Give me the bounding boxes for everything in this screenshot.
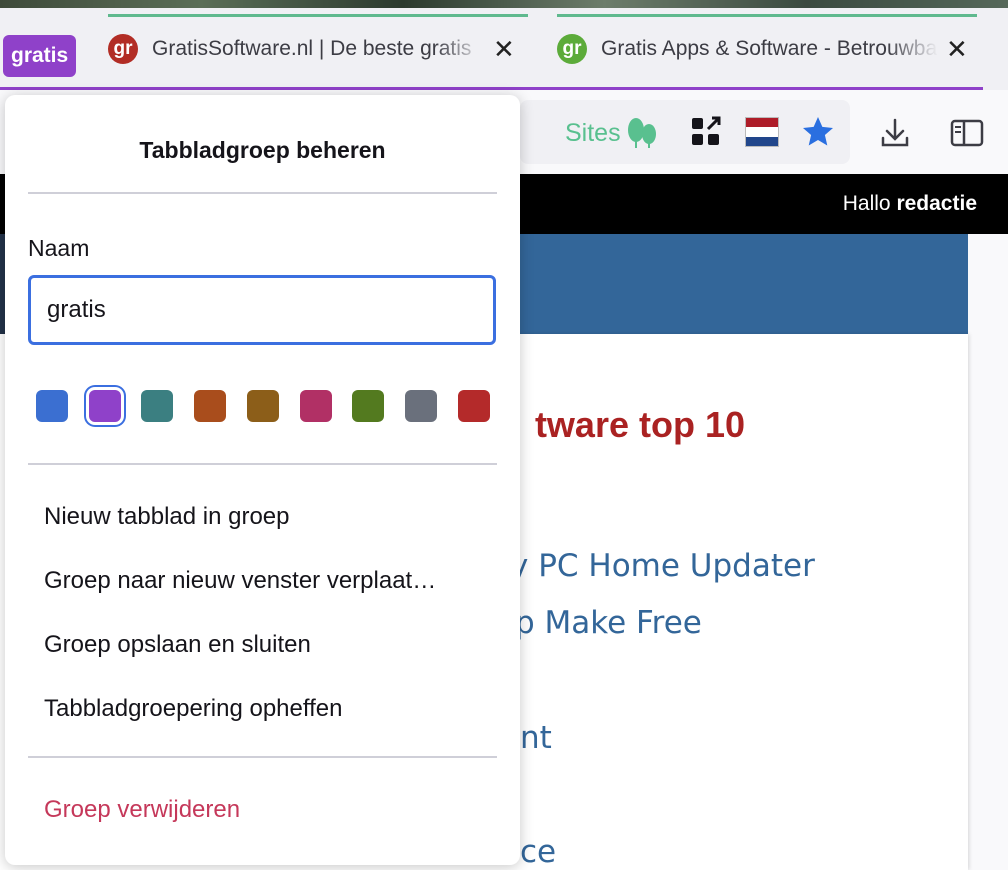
tab-top-line xyxy=(557,14,977,17)
tab-favicon: gr xyxy=(108,34,138,64)
divider xyxy=(28,192,497,194)
greeting-user: redactie xyxy=(896,192,977,215)
tab-gratissoftware[interactable]: gr GratisSoftware.nl | De beste gratis ✕ xyxy=(108,14,528,80)
tab-group-label[interactable]: gratis xyxy=(3,35,77,77)
dutch-flag-icon[interactable] xyxy=(745,117,779,147)
tab-title: Gratis Apps & Software - Betrouwbaar xyxy=(601,37,938,60)
tree-icon xyxy=(627,118,656,148)
color-swatch-blue[interactable] xyxy=(36,390,68,422)
delete-group-item[interactable]: Groep verwijderen xyxy=(44,796,240,824)
qr-grid-icon[interactable] xyxy=(690,116,722,148)
window-background-strip xyxy=(0,0,1008,8)
divider xyxy=(28,756,497,758)
color-swatch-pink[interactable] xyxy=(299,390,332,422)
download-icon[interactable] xyxy=(878,116,912,150)
new-tab-in-group-item[interactable]: Nieuw tabblad in groep xyxy=(44,503,290,531)
close-icon[interactable]: ✕ xyxy=(493,34,515,65)
article-link[interactable]: nt xyxy=(520,720,552,756)
name-field-label: Naam xyxy=(28,235,90,261)
color-swatch-orange[interactable] xyxy=(194,390,227,422)
tab-bar: gratis gr GratisSoftware.nl | De beste g… xyxy=(0,8,1008,90)
tab-gratis-apps[interactable]: gr Gratis Apps & Software - Betrouwbaar … xyxy=(557,14,977,80)
sidebar-icon[interactable] xyxy=(950,118,984,148)
divider xyxy=(28,463,497,465)
article-link[interactable]: y PC Home Updater xyxy=(510,548,815,584)
close-icon[interactable]: ✕ xyxy=(946,34,968,65)
tab-favicon: gr xyxy=(557,34,587,64)
tab-title: GratisSoftware.nl | De beste gratis xyxy=(152,37,472,60)
article-link[interactable]: p Make Free xyxy=(515,605,702,641)
tab-top-line xyxy=(108,14,528,17)
panel-title: Tabbladgroep beheren xyxy=(139,137,386,163)
article-link[interactable]: ce xyxy=(520,834,556,870)
ungroup-tabs-item[interactable]: Tabbladgroepering opheffen xyxy=(44,695,342,723)
color-swatch-cyan[interactable] xyxy=(141,390,174,422)
sites-button[interactable]: Sites xyxy=(565,116,659,150)
group-name-input[interactable] xyxy=(28,275,496,345)
color-swatch-purple[interactable] xyxy=(88,390,121,422)
user-greeting[interactable]: Hallo redactie xyxy=(843,192,977,216)
move-group-to-new-window-item[interactable]: Groep naar nieuw venster verplaat… xyxy=(44,567,436,595)
tab-group-editor-panel: Tabbladgroep beheren Naam Nieuw tabblad … xyxy=(5,95,520,865)
sites-label: Sites xyxy=(565,118,621,147)
save-and-close-group-item[interactable]: Groep opslaan en sluiten xyxy=(44,631,311,659)
color-swatch-yellow[interactable] xyxy=(246,390,279,422)
color-swatch-red[interactable] xyxy=(457,390,490,422)
color-swatch-green[interactable] xyxy=(352,390,385,422)
star-icon[interactable] xyxy=(800,114,836,150)
greeting-prefix: Hallo xyxy=(842,192,897,215)
color-swatch-grey[interactable] xyxy=(404,390,437,422)
